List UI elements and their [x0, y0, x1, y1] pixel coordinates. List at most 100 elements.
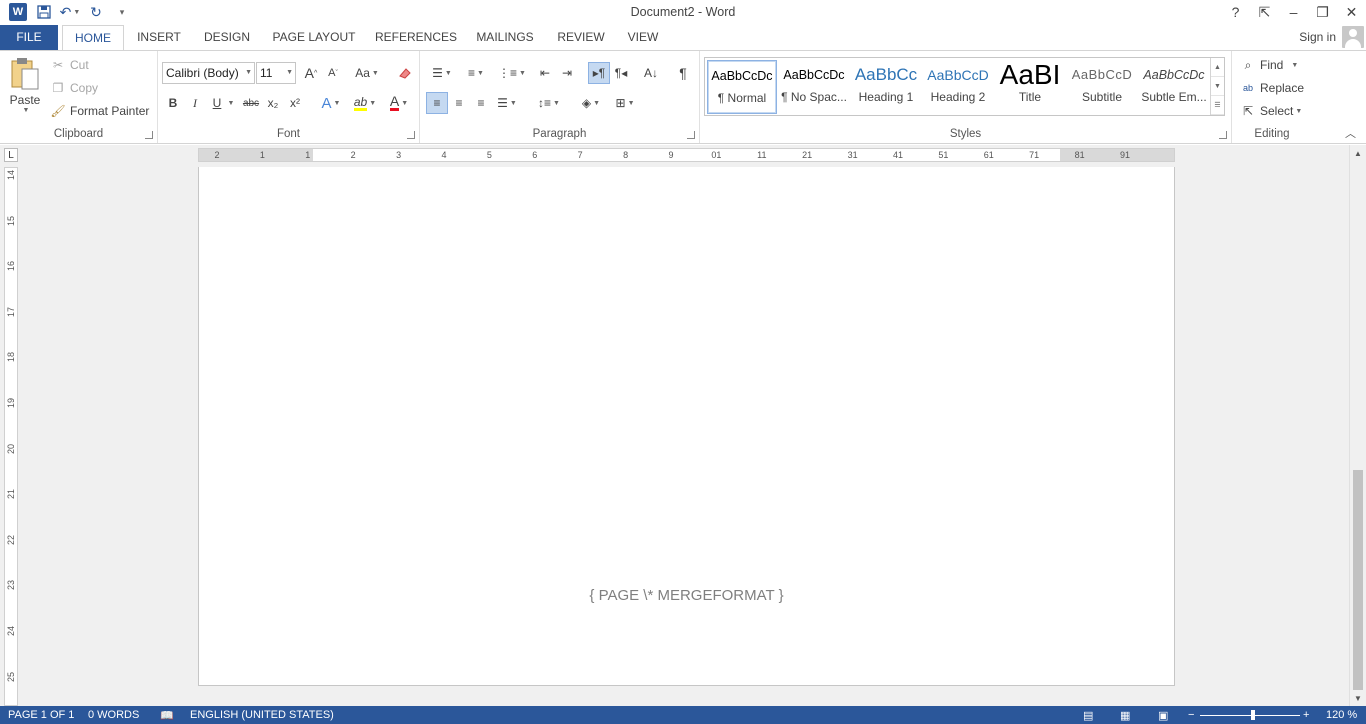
zoom-out-icon[interactable]: −: [1188, 709, 1194, 721]
style-subtitle[interactable]: AaBbCcD Subtitle: [1067, 60, 1137, 114]
zoom-slider-thumb[interactable]: [1250, 710, 1255, 720]
italic-button[interactable]: I: [184, 92, 206, 114]
cut-button[interactable]: ✂ Cut: [50, 57, 89, 73]
font-color-button[interactable]: A ▼: [384, 92, 414, 114]
ruler-tick-label: 8: [623, 150, 629, 160]
scroll-thumb[interactable]: [1353, 470, 1363, 690]
rtl-direction-icon[interactable]: ¶◂: [610, 62, 632, 84]
language-indicator[interactable]: ENGLISH (UNITED STATES): [190, 709, 334, 721]
style-no-spacing[interactable]: AaBbCcDc ¶ No Spac...: [779, 60, 849, 114]
style-heading-2[interactable]: AaBbCcD Heading 2: [923, 60, 993, 114]
font-family-select[interactable]: Calibri (Body) ▼: [162, 62, 255, 84]
gallery-up-icon[interactable]: ▲: [1211, 58, 1224, 77]
tab-references[interactable]: REFERENCES: [374, 25, 458, 50]
tab-mailings[interactable]: MAILINGS: [472, 25, 538, 50]
vertical-scrollbar[interactable]: ▲ ▼: [1349, 145, 1366, 706]
underline-dropdown-icon[interactable]: ▼: [224, 92, 236, 114]
text-effects-button[interactable]: A ▼: [316, 92, 346, 114]
bold-button[interactable]: B: [162, 92, 184, 114]
ruler-tick-label: 1: [305, 150, 311, 160]
sort-icon[interactable]: A↓: [640, 62, 662, 84]
ruler-tick-label: 18: [6, 352, 16, 363]
tab-page-layout[interactable]: PAGE LAYOUT: [270, 25, 358, 50]
tab-insert[interactable]: INSERT: [132, 25, 186, 50]
align-left-icon[interactable]: ≡: [426, 92, 448, 114]
ltr-direction-icon[interactable]: ▸¶: [588, 62, 610, 84]
paste-button[interactable]: Paste ▼: [6, 57, 44, 114]
collapse-ribbon-icon[interactable]: ︿: [1345, 125, 1356, 141]
justify-icon[interactable]: ☰ ▼: [492, 92, 522, 114]
document-page[interactable]: { PAGE \* MERGEFORMAT }: [198, 167, 1175, 686]
style-normal[interactable]: AaBbCcDc ¶ Normal: [707, 60, 777, 114]
strikethrough-button[interactable]: abc: [240, 92, 262, 114]
copy-button[interactable]: ❐ Copy: [50, 80, 98, 96]
sign-in-link[interactable]: Sign in: [1299, 30, 1336, 44]
multilevel-list-icon[interactable]: ⋮≡ ▼: [496, 62, 528, 84]
line-spacing-icon[interactable]: ↕≡ ▼: [534, 92, 564, 114]
paragraph-launcher-icon[interactable]: [687, 131, 695, 139]
highlight-button[interactable]: ab ▼: [350, 92, 380, 114]
ruler-tick-label: 6: [532, 150, 538, 160]
gallery-down-icon[interactable]: ▼: [1211, 77, 1224, 96]
print-layout-icon[interactable]: ▦: [1120, 709, 1130, 722]
superscript-button[interactable]: x²: [284, 92, 306, 114]
close-button[interactable]: ✕: [1337, 0, 1366, 24]
scroll-up-icon[interactable]: ▲: [1350, 145, 1366, 161]
proofing-icon[interactable]: 📖: [160, 709, 174, 722]
styles-launcher-icon[interactable]: [1219, 131, 1227, 139]
numbering-icon[interactable]: ≡ ▼: [460, 62, 492, 84]
tab-view[interactable]: VIEW: [622, 25, 664, 50]
replace-button[interactable]: ab Replace: [1240, 80, 1304, 96]
clipboard-launcher-icon[interactable]: [145, 131, 153, 139]
borders-icon[interactable]: ⊞ ▼: [610, 92, 640, 114]
tab-review[interactable]: REVIEW: [554, 25, 608, 50]
increase-indent-icon[interactable]: ⇥: [556, 62, 578, 84]
web-layout-icon[interactable]: ▣: [1158, 709, 1168, 722]
page-count[interactable]: PAGE 1 OF 1: [8, 709, 74, 721]
change-case-button[interactable]: Aa ▼: [352, 62, 382, 84]
word-count[interactable]: 0 WORDS: [88, 709, 139, 721]
gallery-more-icon[interactable]: ☰: [1211, 96, 1224, 115]
tab-home[interactable]: HOME: [62, 25, 124, 51]
maximize-button[interactable]: ❐: [1308, 0, 1337, 24]
ruler-tick-label: 51: [938, 150, 949, 160]
format-painter-button[interactable]: 🖌 Format Painter: [50, 103, 149, 119]
scroll-down-icon[interactable]: ▼: [1350, 690, 1366, 706]
find-button[interactable]: ⌕ Find ▼: [1240, 57, 1299, 73]
zoom-level[interactable]: 120 %: [1326, 709, 1357, 721]
style-title[interactable]: AaBI Title: [995, 60, 1065, 114]
font-size-select[interactable]: 11 ▼: [256, 62, 296, 84]
vertical-ruler[interactable]: 14 15 16 17 18 19 20 21 22 23 24 25: [4, 167, 18, 706]
minimize-button[interactable]: –: [1279, 0, 1308, 24]
ruler-tick-label: 21: [802, 150, 813, 160]
tab-design[interactable]: DESIGN: [200, 25, 254, 50]
subscript-button[interactable]: x₂: [262, 92, 284, 114]
ruler-tick-label: 81: [1074, 150, 1085, 160]
ribbon-display-icon[interactable]: ⇱: [1250, 0, 1279, 24]
title-bar: W ↶ ▼ ↻ ▾ Document2 - Word ? ⇱ – ❐ ✕: [0, 0, 1366, 25]
avatar[interactable]: [1342, 26, 1364, 48]
shrink-font-button[interactable]: Aˇ: [322, 62, 344, 84]
align-right-icon[interactable]: ≡: [470, 92, 492, 114]
clear-formatting-icon[interactable]: [394, 62, 416, 84]
select-button[interactable]: ⇱ Select ▼: [1240, 103, 1302, 119]
tab-file[interactable]: FILE: [0, 25, 58, 50]
style-heading-1[interactable]: AaBbCc Heading 1: [851, 60, 921, 114]
shading-icon[interactable]: ◈ ▼: [576, 92, 606, 114]
document-area: L 2 1 1 2 3 4 5 6 7 8 9 01 11 21 31 41 51 61 71 81 91 14 15 16…: [0, 145, 1366, 706]
horizontal-ruler[interactable]: 2 1 1 2 3 4 5 6 7 8 9 01 11 21 31 41 51 61 71 81 91: [198, 148, 1175, 162]
tab-stop-selector[interactable]: L: [4, 148, 18, 162]
font-group: Calibri (Body) ▼ 11 ▼ A ^ Aˇ Aa ▼ B I U ▼ ab…: [158, 51, 420, 143]
read-mode-icon[interactable]: ▤: [1083, 709, 1093, 722]
font-launcher-icon[interactable]: [407, 131, 415, 139]
style-subtle-emphasis[interactable]: AaBbCcDc Subtle Em...: [1139, 60, 1209, 114]
help-button[interactable]: ?: [1221, 0, 1250, 24]
zoom-in-icon[interactable]: +: [1303, 709, 1309, 721]
grow-font-button[interactable]: A ^: [300, 62, 322, 84]
ruler-tick-label: 20: [6, 443, 16, 454]
align-center-icon[interactable]: ≡: [448, 92, 470, 114]
page-field-code[interactable]: { PAGE \* MERGEFORMAT }: [199, 587, 1174, 604]
decrease-indent-icon[interactable]: ⇤: [534, 62, 556, 84]
bullets-icon[interactable]: ☰ ▼: [426, 62, 458, 84]
show-marks-icon[interactable]: ¶: [672, 62, 694, 84]
